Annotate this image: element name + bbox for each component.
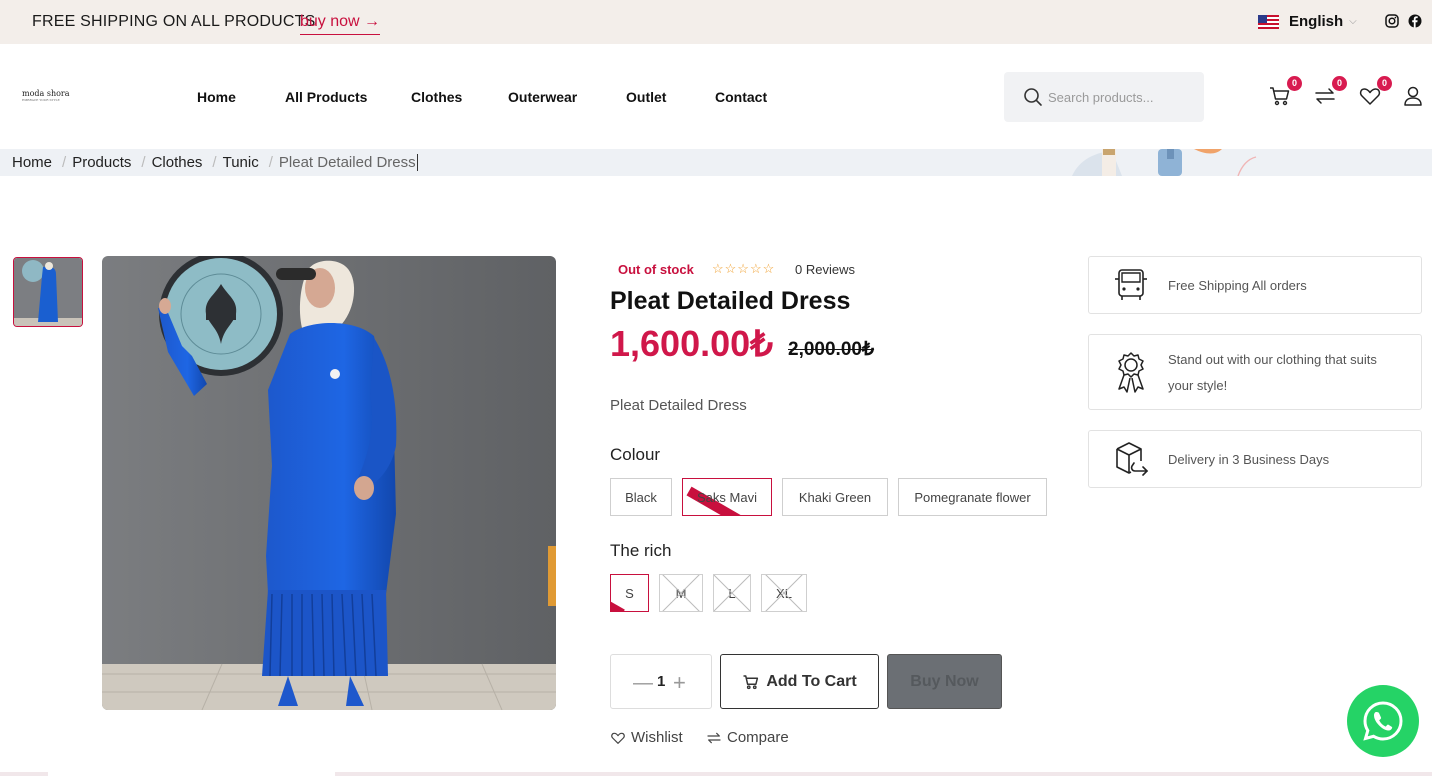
product-short-description: Pleat Detailed Dress [610,397,747,414]
tab-strip-segment [48,772,335,776]
compare-label: Compare [727,729,789,746]
wishlist-button[interactable]: 0 [1358,76,1392,108]
quantity-value[interactable]: 1 [657,673,665,690]
nav-outlet[interactable]: Outlet [626,89,666,105]
nav-outerwear[interactable]: Outerwear [508,89,577,105]
breadcrumb-home[interactable]: Home [12,154,52,171]
colour-option-black[interactable]: Black [610,478,672,516]
whatsapp-chat-button[interactable] [1347,685,1419,757]
size-label: The rich [610,541,672,560]
add-to-wishlist-link[interactable]: Wishlist [610,729,683,746]
truck-icon [1115,269,1147,300]
site-logo[interactable]: moda shora EMBRACE YOUR STYLE [22,89,70,102]
product-photo [102,256,556,710]
cart-count-badge: 0 [1287,76,1302,91]
language-label: English [1289,13,1344,30]
nav-clothes[interactable]: Clothes [411,89,462,105]
nav-home[interactable]: Home [197,89,236,105]
product-title: Pleat Detailed Dress [610,287,851,315]
wishlist-count-badge: 0 [1377,76,1392,91]
delivery-box-icon [1116,442,1149,476]
cart-icon [743,674,759,689]
size-option-label: XL [776,585,792,601]
promo-text: FREE SHIPPING ON ALL PRODUCTS [32,13,316,30]
add-to-cart-button[interactable]: Add To Cart [720,654,879,709]
promo-buy-now-link[interactable]: buy now → [300,13,381,35]
wishlist-label: Wishlist [631,729,683,746]
user-icon [1404,86,1422,106]
compare-count-badge: 0 [1332,76,1347,91]
award-badge-icon [1118,352,1144,393]
nav-contact[interactable]: Contact [715,89,767,105]
colour-option-pomegranate-flower[interactable]: Pomegranate flower [898,478,1047,516]
logo-tagline: EMBRACE YOUR STYLE [22,98,60,102]
instagram-icon[interactable] [1385,14,1399,28]
site-header: moda shora EMBRACE YOUR STYLE Home All P… [0,44,1432,149]
product-main-image[interactable] [102,256,556,710]
size-option-label: S [625,585,634,601]
whatsapp-icon [1363,701,1403,741]
account-button[interactable] [1401,84,1425,108]
quantity-stepper: — 1 + [610,654,712,709]
feature-style: Stand out with our clothing that suits y… [1088,334,1422,410]
add-to-cart-label: Add To Cart [766,672,857,690]
size-option-label: L [728,585,736,601]
reviews-link[interactable]: 0 Reviews [795,262,855,277]
feature-free-shipping: Free Shipping All orders [1088,256,1422,314]
size-option-l[interactable]: L [713,574,751,612]
language-selector[interactable]: English ⌵ [1258,13,1357,30]
colour-option-saks-mavi[interactable]: Saks Mavi [682,478,772,516]
breadcrumb-separator: / [62,154,67,171]
buy-now-label: Buy Now [910,672,979,690]
feature-text: Stand out with our clothing that suits y… [1168,352,1377,393]
announcement-bar: FREE SHIPPING ON ALL PRODUCTS buy now → … [0,0,1432,44]
colour-option-label: Pomegranate flower [914,489,1031,505]
quantity-decrease-button[interactable]: — [633,672,653,695]
size-option-s[interactable]: S [610,574,649,612]
breadcrumb-separator: / [268,154,273,171]
feature-text: Free Shipping All orders [1168,278,1307,293]
breadcrumb-current: Pleat Detailed Dress [278,154,418,171]
breadcrumb: Home / Products / Clothes / Tunic / Plea… [0,149,1432,176]
thumbnail-image [14,258,82,326]
colour-option-label: Khaki Green [798,489,872,505]
quantity-increase-button[interactable]: + [673,670,686,696]
facebook-icon[interactable] [1408,14,1422,28]
colour-option-label: Black [625,489,657,505]
breadcrumb-decorative-illustration [1072,149,1257,176]
add-to-compare-link[interactable]: Compare [706,729,789,746]
buy-now-button[interactable]: Buy Now [887,654,1002,709]
heart-icon [611,732,625,744]
chevron-down-icon: ⌵ [1349,16,1357,27]
search-input[interactable] [1048,86,1193,108]
search-icon[interactable] [1023,87,1043,107]
size-option-label: M [675,585,687,601]
colour-option-khaki-green[interactable]: Khaki Green [782,478,888,516]
colour-label: Colour [610,445,661,464]
logo-text: moda shora [22,89,70,98]
nav-all-products[interactable]: All Products [285,89,367,105]
sale-price: 1,600.00₺ [610,323,774,364]
cart-button[interactable]: 0 [1268,76,1302,108]
colour-option-label: Saks Mavi [697,489,757,505]
compare-arrows-icon [707,732,721,743]
breadcrumb-tunic[interactable]: Tunic [223,154,259,171]
breadcrumb-separator: / [141,154,146,171]
size-option-m[interactable]: M [659,574,703,612]
breadcrumb-clothes[interactable]: Clothes [152,154,203,171]
rating-stars-icon: ☆☆☆☆☆ [712,261,776,276]
page-bottom-edge [0,772,1432,776]
feature-delivery: Delivery in 3 Business Days [1088,430,1422,488]
size-option-xl[interactable]: XL [761,574,807,612]
compare-button[interactable]: 0 [1313,76,1347,108]
breadcrumb-separator: / [212,154,217,171]
search-box[interactable] [1004,72,1204,122]
stock-status: Out of stock [618,262,694,277]
feature-text: Delivery in 3 Business Days [1168,452,1330,467]
product-thumbnail[interactable] [13,257,83,327]
original-price: 2,000.00₺ [788,339,875,360]
us-flag-icon [1258,14,1279,29]
breadcrumb-products[interactable]: Products [72,154,131,171]
selected-marker [611,589,625,611]
